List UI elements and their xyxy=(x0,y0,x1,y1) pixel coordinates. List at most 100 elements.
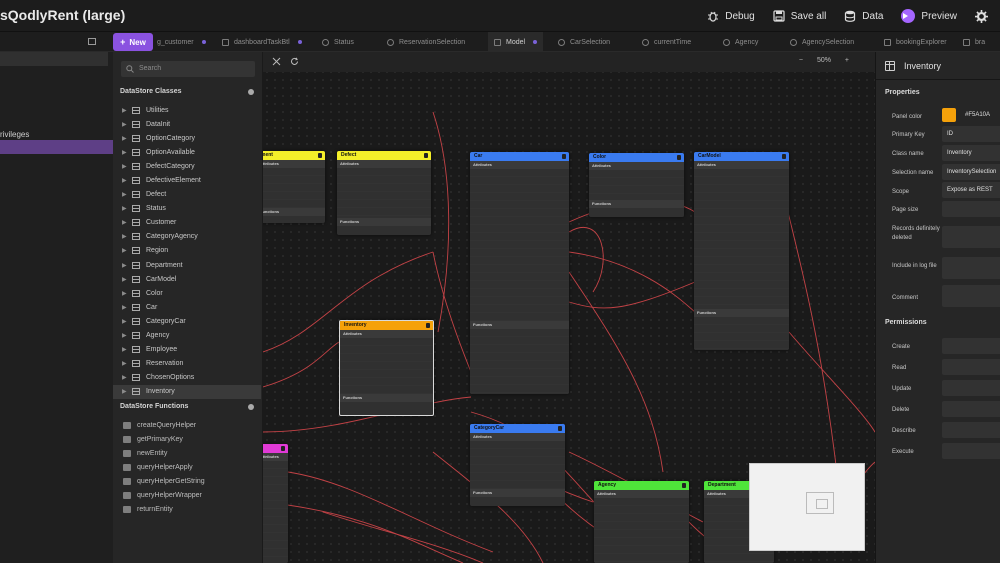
class-item-categoryagency[interactable]: ▶ CategoryAgency xyxy=(113,230,261,244)
class-item-categorycar[interactable]: ▶ CategoryCar xyxy=(113,314,261,328)
chevron-right-icon[interactable]: ▶ xyxy=(122,374,132,381)
class-item-employee[interactable]: ▶ Employee xyxy=(113,343,261,357)
chevron-right-icon[interactable]: ▶ xyxy=(122,290,132,297)
perm-describe-field[interactable] xyxy=(942,422,1000,438)
new-button[interactable]: + New xyxy=(113,33,153,51)
class-item-defectcategory[interactable]: ▶ DefectCategory xyxy=(113,159,261,173)
function-item[interactable]: queryHelperGetString xyxy=(113,474,261,488)
tab-agency-selection[interactable]: AgencySelection xyxy=(790,32,854,52)
chevron-right-icon[interactable]: ▶ xyxy=(122,247,132,254)
function-item[interactable]: queryHelperApply xyxy=(113,460,261,474)
class-search-input[interactable]: Search xyxy=(121,61,255,77)
tab-agency[interactable]: Agency xyxy=(723,32,758,52)
fit-view-icon[interactable] xyxy=(272,57,281,66)
zoom-in-button[interactable]: + xyxy=(845,57,849,64)
class-node-agency[interactable]: Agency Attributes xyxy=(594,481,689,563)
class-item-inventory[interactable]: ▶ Inventory xyxy=(113,384,261,399)
class-item-region[interactable]: ▶ Region xyxy=(113,244,261,258)
class-node-inventory-selected[interactable]: Inventory Attributes Functions xyxy=(339,320,434,416)
class-node-color[interactable]: Color Attributes Functions xyxy=(589,153,684,217)
explorer-search[interactable] xyxy=(0,52,108,66)
chevron-right-icon[interactable]: ▶ xyxy=(122,346,132,353)
scope-select[interactable]: Expose as REST xyxy=(942,182,1000,198)
tab-model[interactable]: Model xyxy=(488,32,544,52)
function-item[interactable]: getPrimaryKey xyxy=(113,432,261,446)
layout-toggle-icon[interactable] xyxy=(88,38,96,45)
perm-update-field[interactable] xyxy=(942,380,1000,396)
explorer-selected-item[interactable] xyxy=(0,140,113,154)
records-deleted-toggle[interactable] xyxy=(942,226,1000,248)
primary-key-field[interactable]: ID xyxy=(942,126,1000,142)
perm-execute-field[interactable] xyxy=(942,443,1000,459)
class-item-status[interactable]: ▶ Status xyxy=(113,202,261,216)
chevron-right-icon[interactable]: ▶ xyxy=(122,135,132,142)
perm-delete-field[interactable] xyxy=(942,401,1000,417)
chevron-right-icon[interactable]: ▶ xyxy=(122,177,132,184)
class-item-optionavailable[interactable]: ▶ OptionAvailable xyxy=(113,145,261,159)
class-node-categorycar[interactable]: CategoryCar Attributes Functions xyxy=(470,424,565,506)
class-item-color[interactable]: ▶ Color xyxy=(113,286,261,300)
minimap[interactable] xyxy=(749,463,865,551)
tab-current-time[interactable]: currentTime xyxy=(642,32,691,52)
chevron-right-icon[interactable]: ▶ xyxy=(122,304,132,311)
function-item[interactable]: createQueryHelper xyxy=(113,418,261,432)
class-node-defect[interactable]: Defect Attributes Functions xyxy=(337,151,431,235)
settings-button[interactable] xyxy=(975,9,994,23)
class-item-department[interactable]: ▶ Department xyxy=(113,258,261,272)
chevron-right-icon[interactable]: ▶ xyxy=(122,276,132,283)
add-class-icon[interactable] xyxy=(248,89,254,95)
tab-status[interactable]: Status xyxy=(322,32,354,52)
class-item-customer[interactable]: ▶ Customer xyxy=(113,216,261,230)
class-item-car[interactable]: ▶ Car xyxy=(113,300,261,314)
tab-g-customer[interactable]: g_customer xyxy=(157,32,206,52)
selection-name-field[interactable]: InventorySelection xyxy=(942,164,1000,180)
class-item-chosenoptions[interactable]: ▶ ChosenOptions xyxy=(113,371,261,385)
tab-dashboard[interactable]: dashboardTaskBtl xyxy=(222,32,302,52)
chevron-right-icon[interactable]: ▶ xyxy=(122,233,132,240)
class-node[interactable]: ment Attributes Functions xyxy=(263,151,325,223)
chevron-right-icon[interactable]: ▶ xyxy=(122,163,132,170)
function-item[interactable]: queryHelperWrapper xyxy=(113,488,261,502)
tab-reservation-selection[interactable]: ReservationSelection xyxy=(387,32,465,52)
chevron-right-icon[interactable]: ▶ xyxy=(122,107,132,114)
class-item-utilities[interactable]: ▶ Utilities xyxy=(113,103,261,117)
class-item-datainit[interactable]: ▶ DataInit xyxy=(113,117,261,131)
data-button[interactable]: Data xyxy=(844,10,883,22)
class-item-defect[interactable]: ▶ Defect xyxy=(113,188,261,202)
chevron-right-icon[interactable]: ▶ xyxy=(122,121,132,128)
zoom-out-button[interactable]: − xyxy=(799,57,803,64)
perm-create-field[interactable] xyxy=(942,338,1000,354)
chevron-right-icon[interactable]: ▶ xyxy=(122,332,132,339)
comment-field[interactable] xyxy=(942,285,1000,307)
tab-car-selection[interactable]: CarSelection xyxy=(558,32,610,52)
chevron-right-icon[interactable]: ▶ xyxy=(122,388,132,395)
add-function-icon[interactable] xyxy=(248,404,254,410)
class-name-field[interactable]: Inventory xyxy=(942,145,1000,161)
panel-color-swatch[interactable] xyxy=(942,108,956,122)
function-item[interactable]: newEntity xyxy=(113,446,261,460)
chevron-right-icon[interactable]: ▶ xyxy=(122,262,132,269)
class-node-car[interactable]: Car Attributes Functions xyxy=(470,152,569,394)
page-size-field[interactable] xyxy=(942,201,1000,217)
chevron-right-icon[interactable]: ▶ xyxy=(122,318,132,325)
class-item-agency[interactable]: ▶ Agency xyxy=(113,329,261,343)
class-node[interactable]: Attributes xyxy=(263,444,288,563)
perm-read-field[interactable] xyxy=(942,359,1000,375)
class-item-carmodel[interactable]: ▶ CarModel xyxy=(113,272,261,286)
chevron-right-icon[interactable]: ▶ xyxy=(122,205,132,212)
tab-bra[interactable]: bra xyxy=(963,32,985,52)
chevron-right-icon[interactable]: ▶ xyxy=(122,360,132,367)
save-all-button[interactable]: Save all xyxy=(773,10,826,22)
panel-color-value[interactable]: #F5A10A xyxy=(960,107,1000,123)
explorer-item[interactable]: rivileges xyxy=(0,130,29,139)
chevron-right-icon[interactable]: ▶ xyxy=(122,219,132,226)
chevron-right-icon[interactable]: ▶ xyxy=(122,149,132,156)
refresh-icon[interactable] xyxy=(290,57,299,66)
tab-booking-explorer[interactable]: bookingExplorer xyxy=(884,32,947,52)
debug-button[interactable]: Debug xyxy=(707,10,755,22)
class-item-optioncategory[interactable]: ▶ OptionCategory xyxy=(113,131,261,145)
class-item-reservation[interactable]: ▶ Reservation xyxy=(113,357,261,371)
model-canvas[interactable]: − 50% + ment Attributes Functions Defect… xyxy=(263,52,875,563)
include-log-toggle[interactable] xyxy=(942,257,1000,279)
preview-button[interactable]: Preview xyxy=(901,9,957,23)
